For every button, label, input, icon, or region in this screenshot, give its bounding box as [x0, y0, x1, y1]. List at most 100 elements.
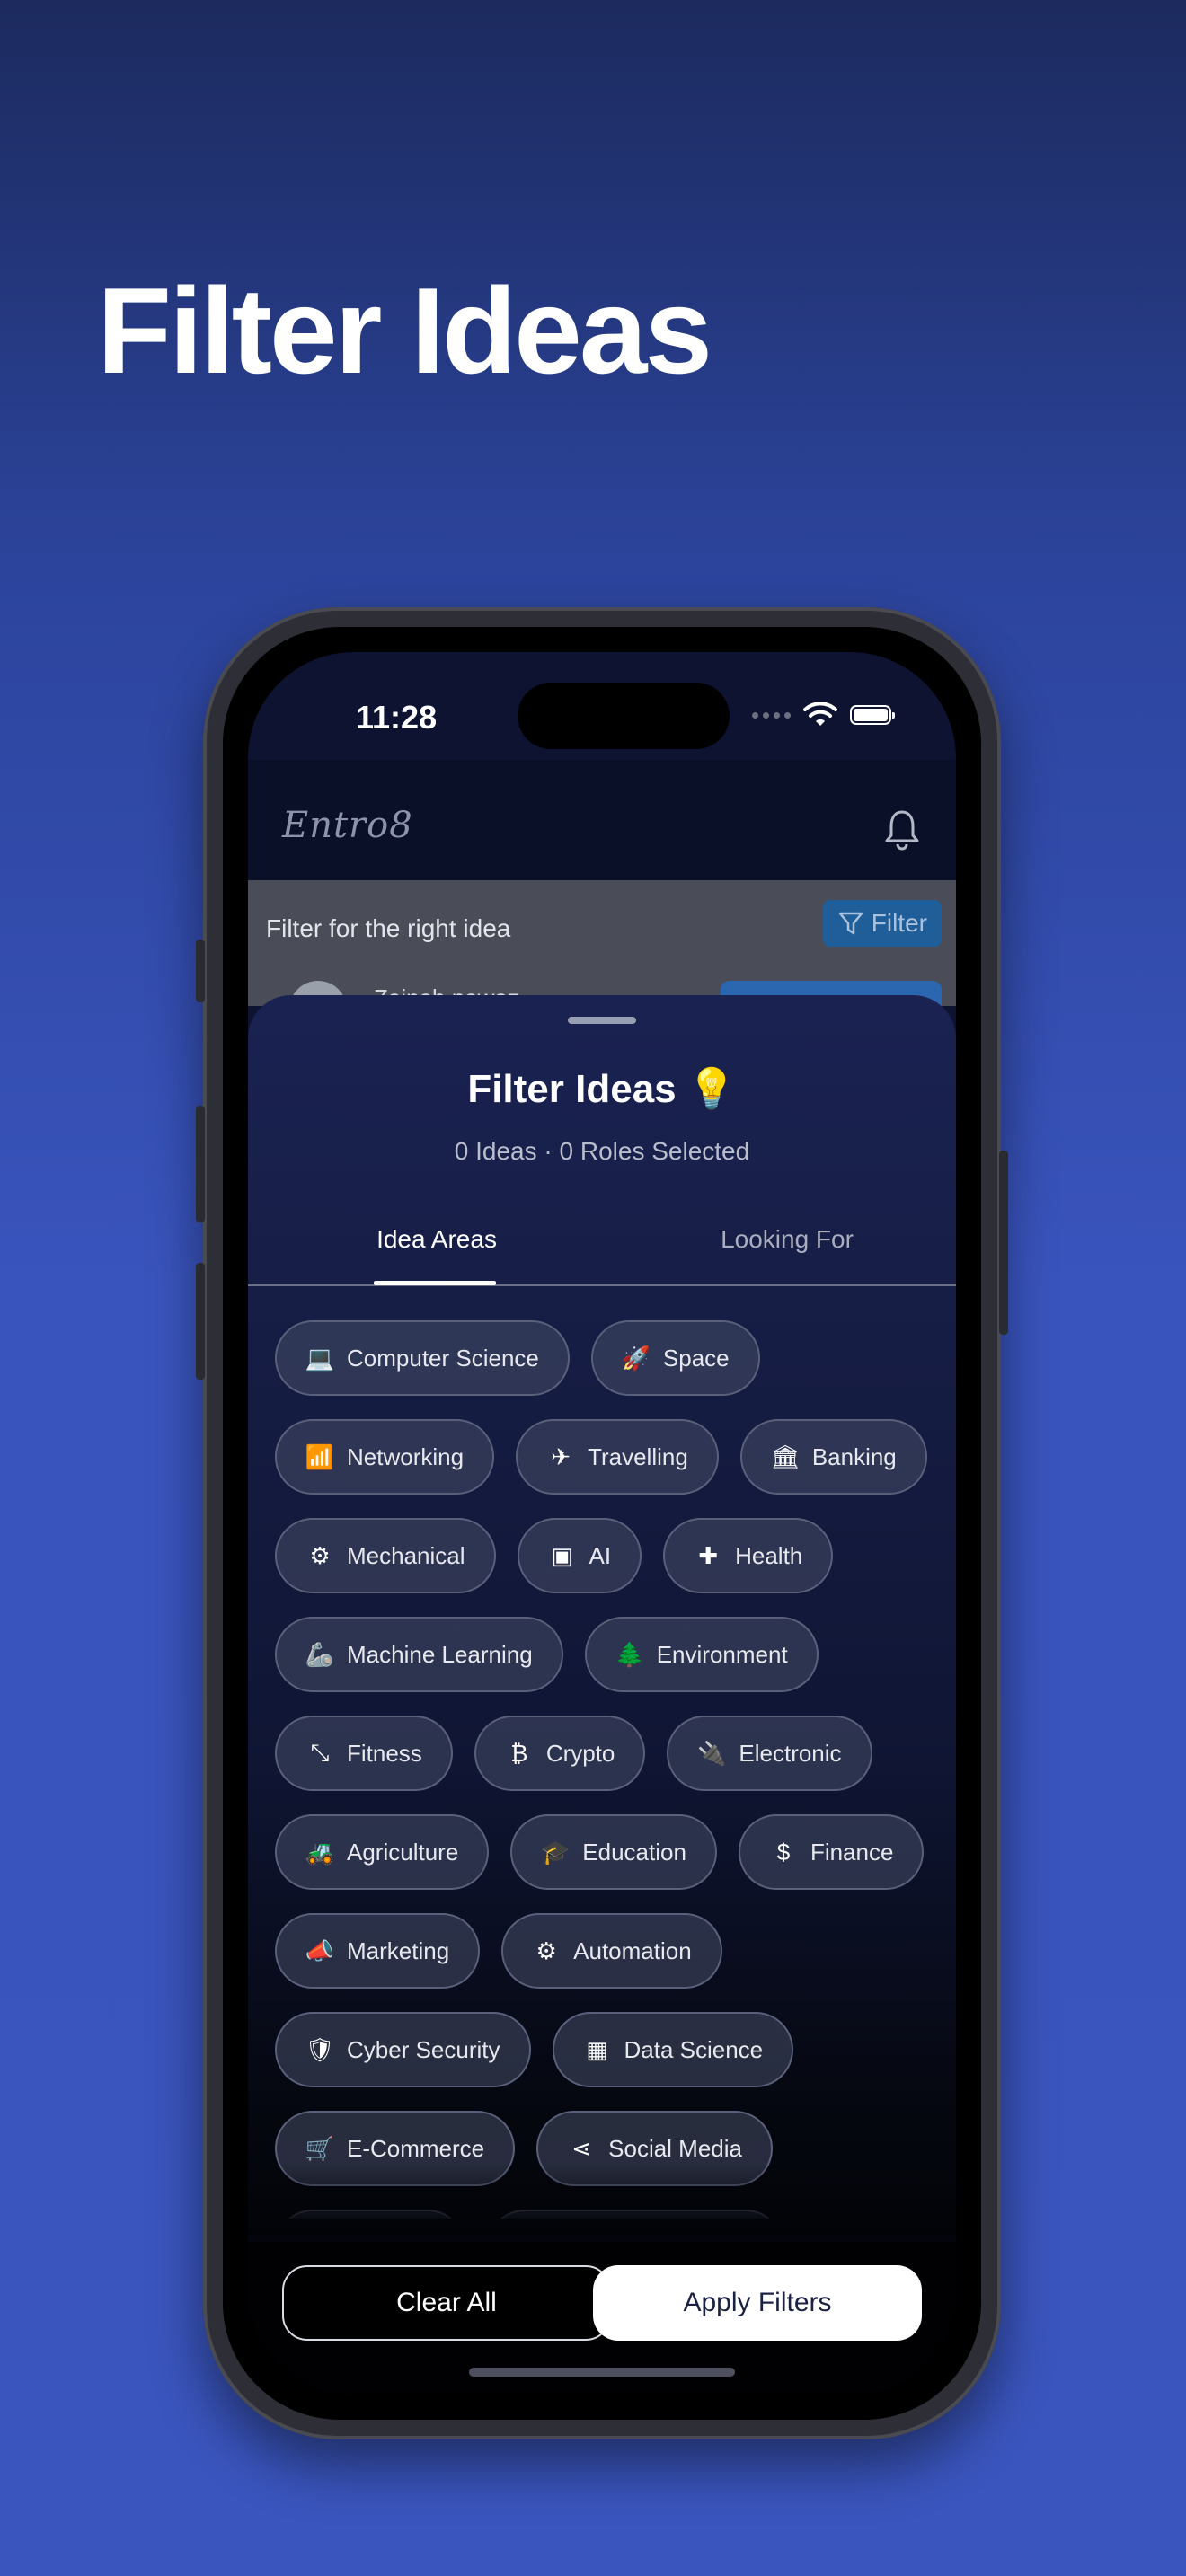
chip-label: Space [662, 1344, 730, 1372]
chip-label: Electronic [739, 1739, 842, 1767]
bitcoin-icon: ₿ [510, 1739, 528, 1767]
chip-cyber-security[interactable]: 🛡 Cyber Security [275, 2012, 531, 2087]
battery-icon [850, 705, 895, 725]
wifi-icon: 📶 [305, 1442, 335, 1470]
status-icons [752, 702, 895, 728]
chip-row: 🚜 Agriculture 🎓 Education $ Finance [275, 1814, 929, 1890]
chip-health[interactable]: ✚ Health [663, 1518, 834, 1593]
chip-education[interactable]: 🎓 Education [510, 1814, 717, 1890]
chip-label: AI [589, 1541, 612, 1569]
wifi-icon [803, 702, 837, 726]
chip-finance[interactable]: $ Finance [738, 1814, 925, 1890]
tab-bar: Idea Areas Looking For [248, 1211, 956, 1286]
clear-all-button[interactable]: Clear All [282, 2265, 611, 2341]
dollar-icon: $ [776, 1838, 791, 1866]
chip-ai[interactable]: ▣ AI [517, 1518, 642, 1593]
chip-marketing[interactable]: 📣 Marketing [275, 1913, 481, 1989]
selection-summary: 0 Ideas · 0 Roles Selected [454, 1137, 750, 1165]
chip-label: Automation [573, 1936, 692, 1964]
chip-fitness[interactable]: ⤡ Fitness [275, 1716, 453, 1791]
phone-screen: 11:28 Entro8 Filter for the right idea F… [248, 652, 956, 2395]
chip-row: 📣 Marketing ⚙ Automation [275, 1913, 929, 1989]
sheet-footer: Clear All Apply Filters [248, 2242, 956, 2395]
filter-button[interactable]: Filter [822, 900, 942, 947]
chip-environment[interactable]: 🌲 Environment [584, 1617, 819, 1692]
chip-row: ⚙ Mechanical ▣ AI ✚ Health [275, 1518, 929, 1593]
chip-row: ⤡ Fitness ₿ Crypto 🔌 Electronic [275, 1716, 929, 1791]
auto-gear-icon: ⚙ [535, 1936, 557, 1964]
chip-row: 🦾 Machine Learning 🌲 Environment [275, 1617, 929, 1692]
chip-row: 💻 Computer Science 🚀 Space [275, 1320, 929, 1396]
chip-label: Banking [811, 1442, 897, 1470]
chip-mechanical[interactable]: ⚙ Mechanical [275, 1518, 496, 1593]
dynamic-island [518, 683, 730, 749]
chip-computer-science[interactable]: 💻 Computer Science [275, 1320, 570, 1396]
tab-active-indicator [374, 1281, 496, 1285]
chip-label: Cyber Security [347, 2035, 500, 2063]
chip-machine-learning[interactable]: 🦾 Machine Learning [275, 1617, 563, 1692]
chip-label: Environment [656, 1640, 788, 1668]
funnel-icon [838, 912, 863, 935]
share-icon: ⋖ [571, 2134, 592, 2162]
phone-action-button [196, 940, 205, 1002]
chip-label: Crypto [545, 1739, 615, 1767]
chip-label: Networking [347, 1442, 465, 1470]
sheet-grabber[interactable] [568, 1017, 636, 1024]
chip-crypto[interactable]: ₿ Crypto [474, 1716, 646, 1791]
status-time: 11:28 [356, 699, 438, 736]
tab-idea-areas[interactable]: Idea Areas [374, 1225, 500, 1254]
scroll-fade [248, 2163, 956, 2235]
chip-automation[interactable]: ⚙ Automation [501, 1913, 722, 1989]
airplane-icon: ✈ [551, 1442, 571, 1470]
page-headline: Filter Ideas [97, 262, 712, 399]
chip-row: 📶 Networking ✈ Travelling 🏛 Banking [275, 1419, 929, 1495]
chip-label: Agriculture [347, 1838, 459, 1866]
plug-icon: 🔌 [697, 1739, 727, 1767]
chip-electronic[interactable]: 🔌 Electronic [667, 1716, 872, 1791]
apply-filters-button[interactable]: Apply Filters [593, 2265, 922, 2341]
gear-icon: ⚙ [309, 1541, 331, 1569]
chip-label: Fitness [347, 1739, 422, 1767]
tree-icon: 🌲 [615, 1640, 644, 1668]
rocket-icon: 🚀 [621, 1344, 651, 1372]
chip-space[interactable]: 🚀 Space [590, 1320, 760, 1396]
chip-label: Travelling [588, 1442, 688, 1470]
chip-label: Education [582, 1838, 686, 1866]
app-logo: Entro8 [282, 805, 413, 846]
robot-arm-icon: 🦾 [305, 1640, 335, 1668]
laptop-icon: 💻 [305, 1344, 335, 1372]
medical-plus-icon: ✚ [698, 1541, 718, 1569]
megaphone-icon: 📣 [305, 1936, 335, 1964]
sheet-title: Filter Ideas 💡 [467, 1067, 737, 1111]
phone-volume-down-button [196, 1263, 205, 1380]
tractor-icon: 🚜 [305, 1838, 335, 1866]
filter-sheet: Filter Ideas 💡 0 Ideas · 0 Roles Selecte… [248, 995, 956, 2395]
chip-networking[interactable]: 📶 Networking [275, 1419, 495, 1495]
chip-label: Machine Learning [347, 1640, 533, 1668]
chip-label: Computer Science [347, 1344, 539, 1372]
chip-label: Finance [810, 1838, 894, 1866]
filter-button-label: Filter [871, 909, 927, 937]
tab-looking-for[interactable]: Looking For [715, 1225, 859, 1254]
chip-icon: ▣ [551, 1541, 573, 1569]
phone-power-button [999, 1151, 1008, 1335]
dumbbell-icon: ⤡ [310, 1739, 330, 1766]
bell-icon[interactable] [882, 807, 922, 851]
chip-label: Mechanical [347, 1541, 465, 1569]
shield-icon: 🛡 [305, 2035, 335, 2063]
idea-area-chips: 💻 Computer Science 🚀 Space 📶 Networking ✈ Trave… [275, 1320, 929, 2219]
chip-banking[interactable]: 🏛 Banking [739, 1419, 927, 1495]
graduation-cap-icon: 🎓 [541, 1838, 571, 1866]
chip-row: 🛡 Cyber Security ▦ Data Science [275, 2012, 929, 2087]
chip-agriculture[interactable]: 🚜 Agriculture [275, 1814, 490, 1890]
phone-frame: 11:28 Entro8 Filter for the right idea F… [196, 607, 1008, 2439]
filter-prompt-text: Filter for the right idea [266, 914, 511, 942]
chip-travelling[interactable]: ✈ Travelling [516, 1419, 719, 1495]
bank-icon: 🏛 [770, 1442, 801, 1470]
home-indicator [469, 2368, 735, 2377]
chip-label: E-Commerce [347, 2134, 485, 2162]
phone-volume-up-button [196, 1106, 205, 1222]
chip-data-science[interactable]: ▦ Data Science [552, 2012, 794, 2087]
grid-icon: ▦ [586, 2035, 608, 2063]
chip-label: Marketing [347, 1936, 450, 1964]
